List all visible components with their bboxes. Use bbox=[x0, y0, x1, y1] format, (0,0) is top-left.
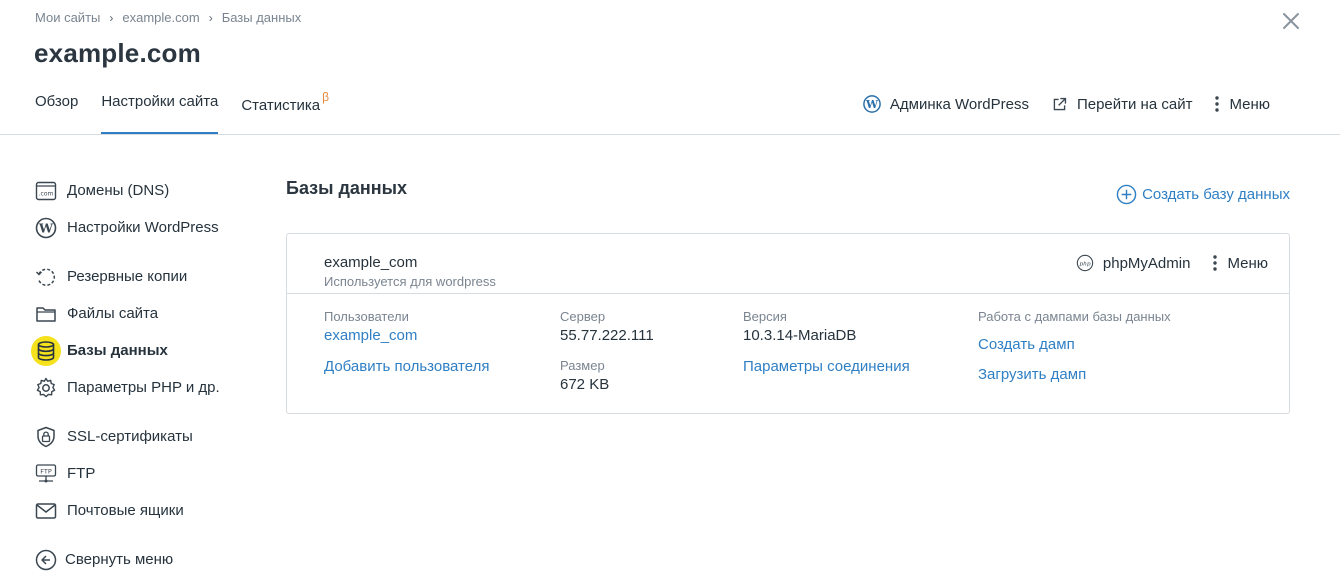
sidebar-item-backups[interactable]: Резервные копии bbox=[35, 258, 255, 295]
wp-admin-label: Админка WordPress bbox=[889, 95, 1029, 113]
sidebar: .com Домены (DNS) W Настройки WordPress … bbox=[31, 172, 255, 578]
tab-bar: Обзор Настройки сайта Статистика β bbox=[35, 90, 352, 135]
upload-dump-link[interactable]: Загрузить дамп bbox=[978, 366, 1171, 383]
ftp-icon-text: FTP bbox=[40, 467, 52, 475]
wordpress-icon: W bbox=[863, 95, 881, 113]
server-column: Сервер 55.77.222.111 Размер 672 KB bbox=[560, 309, 654, 393]
ftp-icon: FTP bbox=[35, 463, 57, 482]
version-value: 10.3.14-MariaDB bbox=[743, 327, 857, 344]
database-menu-button[interactable]: Меню bbox=[1212, 254, 1268, 272]
svg-text:W: W bbox=[865, 98, 879, 111]
sidebar-item-domains[interactable]: .com Домены (DNS) bbox=[35, 172, 255, 209]
header-menu-button[interactable]: Меню bbox=[1214, 95, 1270, 113]
domain-icon-text: .com bbox=[39, 190, 54, 197]
header-actions: W Админка WordPress Перейти на сайт Меню bbox=[841, 95, 1270, 113]
sidebar-item-label: Резервные копии bbox=[67, 268, 188, 285]
tab-label: Настройки сайта bbox=[101, 93, 219, 110]
domain-com-icon: .com bbox=[35, 181, 57, 200]
external-link-icon bbox=[1053, 97, 1067, 110]
database-icon bbox=[37, 340, 55, 361]
server-label: Сервер bbox=[560, 309, 606, 324]
user-link[interactable]: example_com bbox=[324, 327, 489, 344]
tab-site-settings[interactable]: Настройки сайта bbox=[101, 93, 218, 135]
database-usage: Используется для wordpress bbox=[324, 274, 496, 289]
sidebar-item-php[interactable]: Параметры PHP и др. bbox=[35, 369, 255, 406]
dumps-column: Работа с дампами базы данных Создать дам… bbox=[978, 309, 1171, 383]
size-label: Размер bbox=[560, 358, 605, 373]
sidebar-item-label: Почтовые ящики bbox=[67, 502, 184, 519]
sidebar-item-label: Базы данных bbox=[67, 342, 168, 359]
shield-lock-icon bbox=[37, 426, 55, 447]
collapse-arrow-icon bbox=[35, 549, 57, 570]
version-column: Версия 10.3.14-MariaDB Параметры соедине… bbox=[743, 309, 910, 375]
svg-text:W: W bbox=[38, 220, 54, 235]
header-menu-label: Меню bbox=[1229, 95, 1270, 113]
tab-statistics[interactable]: Статистика β bbox=[241, 90, 329, 135]
header-divider bbox=[0, 134, 1340, 135]
kebab-menu-icon bbox=[1215, 96, 1220, 112]
plus-circle-icon bbox=[1116, 184, 1137, 205]
sidebar-item-label: Параметры PHP и др. bbox=[67, 379, 220, 396]
add-user-link[interactable]: Добавить пользователя bbox=[324, 358, 489, 375]
create-dump-link[interactable]: Создать дамп bbox=[978, 336, 1171, 353]
section-title: Базы данных bbox=[286, 178, 408, 198]
collapse-menu-label: Свернуть меню bbox=[65, 551, 174, 568]
go-to-site-label: Перейти на сайт bbox=[1076, 95, 1193, 113]
php-icon: php bbox=[1076, 254, 1094, 272]
sidebar-item-wordpress[interactable]: W Настройки WordPress bbox=[35, 209, 255, 246]
php-icon-text: php bbox=[1079, 261, 1091, 267]
sidebar-item-label: FTP bbox=[67, 465, 96, 482]
database-name: example_com bbox=[324, 254, 418, 271]
sidebar-item-label: SSL-сертификаты bbox=[67, 428, 193, 445]
phpmyadmin-button[interactable]: php phpMyAdmin bbox=[1076, 254, 1191, 272]
mail-icon bbox=[35, 502, 57, 519]
collapse-menu-button[interactable]: Свернуть меню bbox=[35, 541, 255, 578]
breadcrumb-current: Базы данных bbox=[221, 10, 302, 25]
users-column: Пользователи example_com Добавить пользо… bbox=[324, 309, 489, 375]
tab-label: Обзор bbox=[35, 93, 79, 110]
backup-icon bbox=[35, 268, 56, 286]
folder-icon bbox=[36, 306, 56, 322]
breadcrumb: Мои сайты › example.com › Базы данных bbox=[35, 10, 301, 25]
sidebar-item-label: Файлы сайта bbox=[67, 305, 159, 322]
database-card: example_com Используется для wordpress p… bbox=[286, 233, 1290, 414]
breadcrumb-site[interactable]: example.com bbox=[122, 10, 199, 25]
sidebar-item-label: Домены (DNS) bbox=[67, 182, 170, 199]
connection-params-link[interactable]: Параметры соединения bbox=[743, 358, 910, 375]
size-value: 672 KB bbox=[560, 376, 610, 393]
sidebar-item-files[interactable]: Файлы сайта bbox=[35, 295, 255, 332]
database-menu-label: Меню bbox=[1227, 254, 1268, 272]
close-button[interactable] bbox=[1279, 9, 1303, 33]
tab-overview[interactable]: Обзор bbox=[35, 93, 78, 135]
wordpress-icon: W bbox=[35, 217, 57, 238]
sidebar-item-ftp[interactable]: FTP FTP bbox=[35, 455, 255, 492]
breadcrumb-my-sites[interactable]: Мои сайты bbox=[35, 10, 100, 25]
database-card-actions: php phpMyAdmin Меню bbox=[1054, 254, 1268, 272]
version-label: Версия bbox=[743, 309, 787, 324]
beta-badge: β bbox=[322, 90, 329, 104]
server-value: 55.77.222.111 bbox=[560, 327, 654, 344]
phpmyadmin-label: phpMyAdmin bbox=[1102, 254, 1191, 272]
kebab-menu-icon bbox=[1213, 255, 1218, 271]
breadcrumb-separator: › bbox=[208, 10, 213, 25]
close-icon bbox=[1283, 13, 1299, 29]
users-label: Пользователи bbox=[324, 309, 409, 324]
wp-admin-button[interactable]: W Админка WordPress bbox=[863, 95, 1029, 113]
create-database-label: Создать базу данных bbox=[1142, 186, 1290, 203]
sidebar-item-mail[interactable]: Почтовые ящики bbox=[35, 492, 255, 529]
database-card-header: example_com Используется для wordpress p… bbox=[287, 234, 1289, 294]
create-database-button[interactable]: Создать базу данных bbox=[1116, 184, 1290, 205]
sidebar-item-ssl[interactable]: SSL-сертификаты bbox=[35, 418, 255, 455]
sidebar-item-label: Настройки WordPress bbox=[67, 219, 219, 236]
page-title: example.com bbox=[34, 38, 201, 68]
tab-label: Статистика bbox=[241, 97, 321, 114]
go-to-site-button[interactable]: Перейти на сайт bbox=[1051, 95, 1193, 113]
dumps-label: Работа с дампами базы данных bbox=[978, 309, 1171, 324]
breadcrumb-separator: › bbox=[109, 10, 114, 25]
sidebar-item-databases[interactable]: Базы данных bbox=[31, 332, 255, 369]
gear-icon bbox=[36, 377, 56, 397]
